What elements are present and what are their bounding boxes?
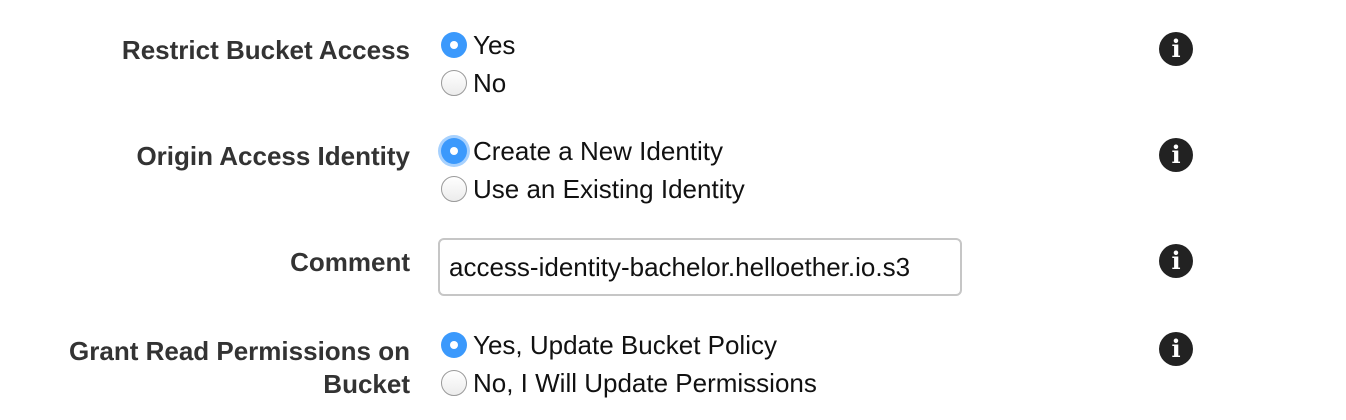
info-icon[interactable]: i [1159,32,1193,66]
radio-unselected-icon[interactable] [441,70,467,96]
update-bucket-policy-option[interactable]: Yes, Update Bucket Policy [441,328,777,362]
info-icon[interactable]: i [1159,244,1193,278]
info-icon[interactable]: i [1159,332,1193,366]
radio-selected-icon[interactable] [441,332,467,358]
restrict-bucket-access-label: Restrict Bucket Access [121,35,410,65]
info-icon[interactable]: i [1159,138,1193,172]
radio-unselected-icon[interactable] [441,370,467,396]
distribution-settings-form: Restrict Bucket Access Yes No i Origin A… [0,0,1346,420]
option-label: No, I Will Update Permissions [473,367,817,398]
grant-read-permissions-label-line2: Bucket [323,369,410,399]
comment-label: Comment [290,247,410,277]
comment-input[interactable] [438,238,962,296]
grant-read-permissions-label-line1: Grant Read Permissions on [69,336,410,366]
radio-selected-icon[interactable] [441,32,467,58]
option-label: Create a New Identity [473,135,724,166]
radio-selected-icon[interactable] [441,138,467,164]
option-label: No [473,67,507,98]
origin-access-identity-label: Origin Access Identity [136,141,410,171]
use-existing-identity-option[interactable]: Use an Existing Identity [441,172,745,206]
will-update-permissions-option[interactable]: No, I Will Update Permissions [441,366,817,400]
radio-unselected-icon[interactable] [441,176,467,202]
option-label: Yes, Update Bucket Policy [473,329,777,360]
restrict-bucket-access-no-option[interactable]: No [441,66,506,100]
option-label: Use an Existing Identity [473,173,745,204]
restrict-bucket-access-yes-option[interactable]: Yes [441,28,515,62]
create-new-identity-option[interactable]: Create a New Identity [441,134,723,168]
option-label: Yes [473,29,516,60]
